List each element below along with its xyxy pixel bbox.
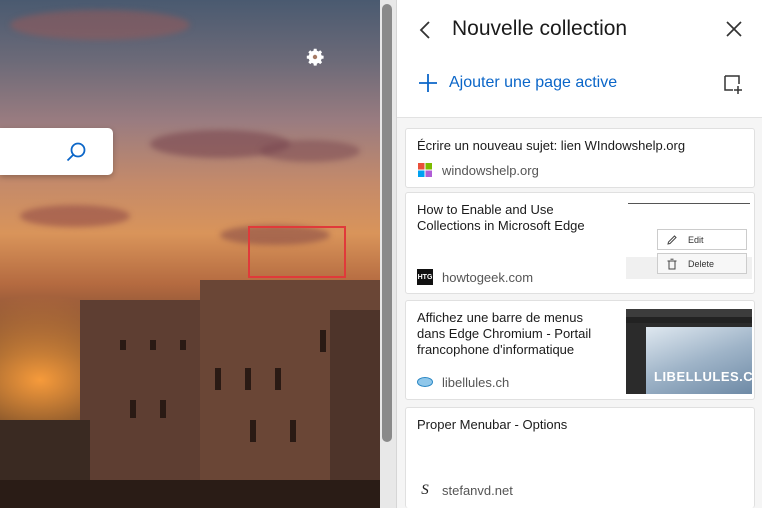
thumb-rule (628, 203, 750, 204)
item-title: Écrire un nouveau sujet: lien WIndowshel… (417, 138, 686, 153)
item-site-name: windowshelp.org (442, 162, 539, 178)
pencil-icon (667, 234, 677, 245)
item-site-name: stefanvd.net (442, 482, 513, 498)
htg-icon: HTG (417, 269, 433, 285)
settings-button[interactable] (300, 42, 330, 72)
cloud (260, 140, 360, 162)
building-window (150, 340, 156, 350)
item-title: Affichez une barre de menus dans Edge Ch… (417, 310, 591, 358)
item-title: How to Enable and Use Collections in Mic… (417, 202, 585, 234)
htg-icon-text: HTG (417, 273, 433, 281)
thumb-text: LIBELLULES.C (654, 369, 752, 384)
add-note-icon[interactable] (722, 73, 744, 95)
windows-logo-icon (417, 162, 433, 178)
trash-icon (667, 258, 677, 269)
delete-menu-item[interactable]: Delete (657, 253, 747, 274)
thumb-browser-bar (626, 309, 752, 317)
building-window (215, 368, 221, 390)
add-current-page-button[interactable]: Ajouter une page active (417, 72, 617, 94)
item-title-line: Affichez une barre de menus (417, 310, 583, 325)
item-thumbnail: LIBELLULES.C (626, 309, 752, 394)
collection-item[interactable]: Proper Menubar - Options S stefanvd.net (405, 407, 755, 508)
add-current-page-label: Ajouter une page active (449, 74, 618, 91)
thumb-menu-bar (626, 317, 752, 323)
building-window (160, 400, 166, 418)
stefanvd-icon: S (417, 482, 433, 498)
collection-title[interactable]: Nouvelle collection (452, 17, 627, 41)
item-title-line: dans Edge Chromium - Portail (417, 326, 592, 341)
cloud (20, 205, 130, 227)
item-site: libellules.ch (417, 374, 509, 390)
item-site: S stefanvd.net (417, 482, 513, 498)
building-window (120, 340, 126, 350)
building-window (180, 340, 186, 350)
context-menu-highlight (248, 226, 346, 278)
item-title: Proper Menubar - Options (417, 417, 568, 432)
scrollbar-thumb[interactable] (382, 4, 392, 442)
gear-icon (306, 48, 324, 66)
cloud (10, 10, 190, 40)
item-site: windowshelp.org (417, 162, 539, 178)
building-window (130, 400, 136, 418)
building-window (275, 368, 281, 390)
item-site-name: libellules.ch (442, 374, 510, 390)
item-site-name: howtogeek.com (442, 269, 534, 285)
web-search-box[interactable] (0, 128, 113, 175)
building-window (250, 420, 256, 442)
item-title-line: francophone d'informatique (417, 342, 575, 357)
edit-menu-item[interactable]: Edit (657, 229, 747, 250)
plus-icon (419, 74, 437, 92)
edit-label: Edit (688, 234, 704, 245)
building-window (245, 368, 251, 390)
delete-label: Delete (688, 258, 715, 269)
stefanvd-icon-text: S (421, 481, 429, 498)
item-title-line: How to Enable and Use (417, 202, 554, 217)
back-arrow-icon[interactable] (415, 18, 437, 42)
close-icon[interactable] (723, 18, 745, 40)
item-site: HTG howtogeek.com (417, 269, 533, 285)
item-title-line: Collections in Microsoft Edge (417, 218, 585, 233)
collection-item[interactable]: Écrire un nouveau sujet: lien WIndowshel… (405, 128, 755, 188)
collection-item[interactable]: Affichez une barre de menus dans Edge Ch… (405, 300, 755, 400)
search-icon[interactable] (64, 140, 88, 164)
building (330, 310, 380, 508)
canal (0, 480, 380, 508)
building-window (320, 330, 326, 352)
panel-header: Nouvelle collection Ajouter une page act… (397, 0, 762, 118)
building-window (290, 420, 296, 442)
libellules-icon (417, 374, 433, 390)
